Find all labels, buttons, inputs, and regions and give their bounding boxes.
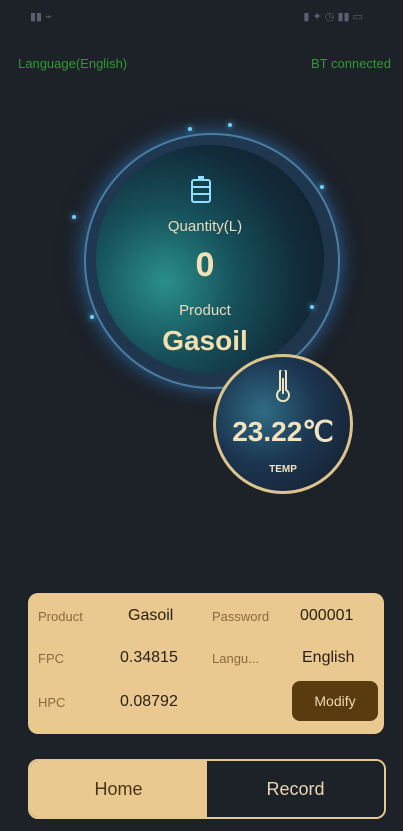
fuel-tank-icon — [191, 176, 211, 203]
info-language-label: Langu... — [212, 651, 259, 666]
info-product-value: Gasoil — [128, 607, 174, 624]
quantity-label: Quantity(L) — [167, 218, 243, 235]
modify-button[interactable]: Modify — [292, 681, 378, 721]
sparkle-icon — [310, 305, 314, 309]
info-hpc-label: HPC — [38, 695, 66, 710]
quantity-value: 0 — [195, 246, 215, 284]
sparkle-icon — [72, 215, 76, 219]
info-fpc-value: 0.34815 — [120, 649, 178, 666]
status-bar: ▮▮ ⌁ ▮ ✦ ◷ ▮▮ ▭ — [0, 0, 403, 32]
bottom-nav: Home Record — [28, 759, 386, 819]
temperature-label: TEMP — [269, 464, 297, 475]
product-value: Gasoil — [162, 325, 248, 356]
status-bar-left: ▮▮ ⌁ — [30, 11, 52, 23]
info-fpc-label: FPC — [38, 651, 64, 666]
bt-status: BT connected — [311, 56, 391, 71]
sparkle-icon — [228, 123, 232, 127]
thermometer-icon — [276, 370, 290, 402]
info-card: Product Gasoil Password 000001 FPC 0.348… — [28, 593, 384, 734]
status-bar-right: ▮ ✦ ◷ ▮▮ ▭ — [303, 11, 363, 23]
tab-record[interactable]: Record — [207, 761, 384, 817]
tab-home[interactable]: Home — [30, 761, 207, 817]
sparkle-icon — [90, 315, 94, 319]
product-label: Product — [179, 302, 231, 319]
info-password-value: 000001 — [300, 607, 354, 624]
language-link[interactable]: Language(English) — [18, 56, 127, 71]
info-product-label: Product — [38, 609, 83, 624]
info-hpc-value: 0.08792 — [120, 693, 178, 710]
sparkle-icon — [320, 185, 324, 189]
info-language-value: English — [302, 649, 355, 666]
sparkle-icon — [188, 127, 192, 131]
info-password-label: Password — [212, 609, 270, 624]
temperature-value: 23.22℃ — [232, 416, 334, 447]
